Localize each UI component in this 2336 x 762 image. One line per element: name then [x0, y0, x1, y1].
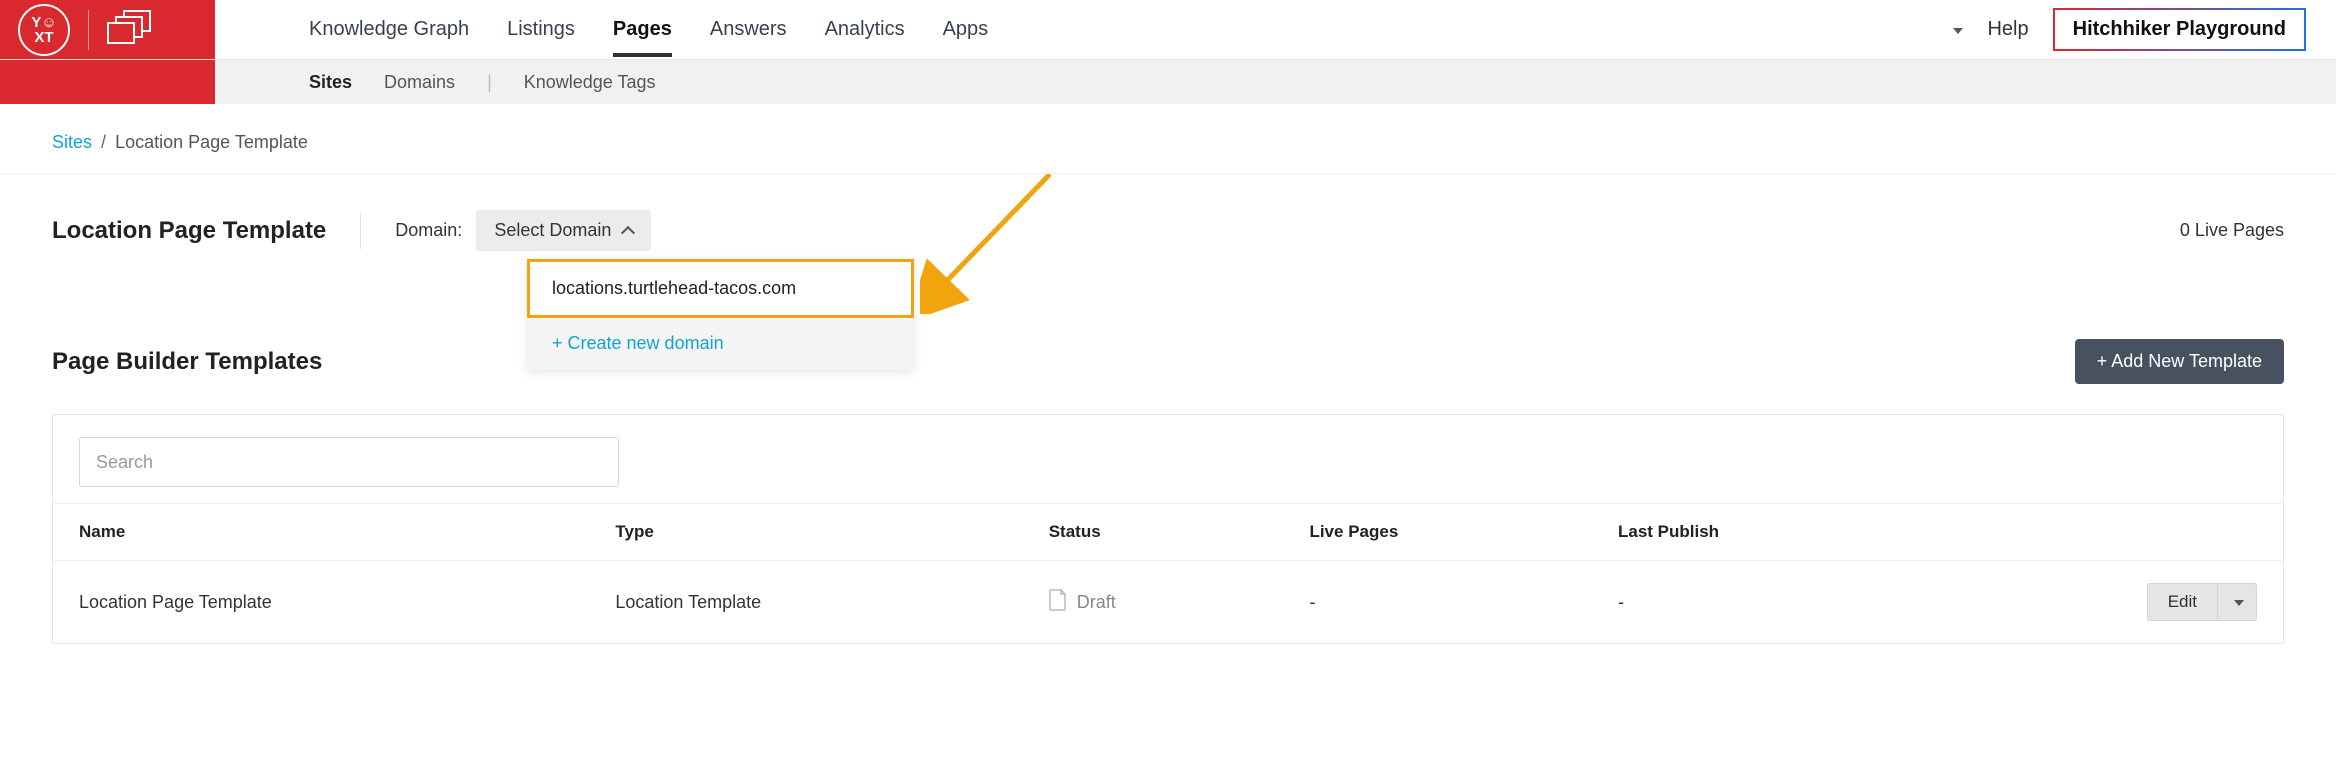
subnav-wrap: Sites Domains | Knowledge Tags — [0, 60, 2336, 104]
subnav-logo-spacer — [0, 60, 215, 104]
chevron-up-icon — [621, 225, 635, 239]
table-header-row: Name Type Status Live Pages Last Publish — [53, 504, 2283, 561]
breadcrumb: Sites / Location Page Template — [0, 104, 2336, 174]
cell-name: Location Page Template — [53, 561, 589, 644]
col-status[interactable]: Status — [1023, 504, 1284, 561]
add-new-template-button[interactable]: + Add New Template — [2075, 339, 2284, 384]
section-row: Page Builder Templates + Add New Templat… — [0, 251, 2336, 384]
domain-option[interactable]: locations.turtlehead-tacos.com — [528, 260, 913, 317]
logo-separator — [88, 10, 89, 50]
nav-listings[interactable]: Listings — [507, 2, 575, 57]
nav-pages[interactable]: Pages — [613, 2, 672, 57]
domain-dropdown: locations.turtlehead-tacos.com + Create … — [528, 260, 913, 370]
search-input[interactable] — [79, 437, 619, 487]
col-type[interactable]: Type — [589, 504, 1022, 561]
subnav-divider: | — [487, 72, 492, 93]
col-last-publish[interactable]: Last Publish — [1592, 504, 1927, 561]
logo-block[interactable]: Y☺XT — [0, 0, 215, 59]
create-new-domain-link[interactable]: + Create new domain — [528, 317, 913, 370]
domain-label: Domain: — [395, 220, 462, 241]
hitchhiker-playground-button[interactable]: Hitchhiker Playground — [2053, 8, 2306, 51]
section-title: Page Builder Templates — [52, 348, 322, 376]
subnav-knowledge-tags[interactable]: Knowledge Tags — [524, 72, 656, 93]
cell-live-pages: - — [1283, 561, 1592, 644]
chevron-down-icon — [1953, 28, 1963, 34]
account-dropdown[interactable] — [1949, 22, 1963, 38]
title-divider — [360, 213, 361, 249]
subnav-sites[interactable]: Sites — [309, 72, 352, 93]
select-domain-button[interactable]: Select Domain — [476, 210, 651, 251]
topbar-right: Help Hitchhiker Playground — [1949, 0, 2336, 59]
sub-nav: Sites Domains | Knowledge Tags — [215, 60, 2336, 104]
cell-type: Location Template — [589, 561, 1022, 644]
templates-table-card: Name Type Status Live Pages Last Publish… — [52, 414, 2284, 644]
draft-icon — [1049, 589, 1067, 616]
col-name[interactable]: Name — [53, 504, 589, 561]
nav-answers[interactable]: Answers — [710, 2, 787, 57]
row-actions-menu-button[interactable] — [2218, 583, 2257, 621]
nav-analytics[interactable]: Analytics — [825, 2, 905, 57]
table-search-row — [53, 415, 2283, 503]
select-domain-label: Select Domain — [494, 220, 611, 241]
cell-status: Draft — [1023, 561, 1284, 644]
brand-logo-icon: Y☺XT — [18, 4, 70, 56]
subnav-domains[interactable]: Domains — [384, 72, 455, 93]
primary-nav: Knowledge Graph Listings Pages Answers A… — [215, 0, 1949, 59]
col-actions — [1927, 504, 2283, 561]
col-live-pages[interactable]: Live Pages — [1283, 504, 1592, 561]
edit-button[interactable]: Edit — [2147, 583, 2218, 621]
topbar: Y☺XT Knowledge Graph Listings Pages Answ… — [0, 0, 2336, 60]
page-title: Location Page Template — [52, 217, 326, 245]
breadcrumb-sites-link[interactable]: Sites — [52, 132, 92, 152]
help-link[interactable]: Help — [1987, 18, 2028, 41]
templates-table: Name Type Status Live Pages Last Publish… — [53, 503, 2283, 643]
cell-last-publish: - — [1592, 561, 1927, 644]
live-pages-count: 0 Live Pages — [2180, 220, 2284, 241]
chevron-down-icon — [2234, 600, 2244, 606]
table-row[interactable]: Location Page Template Location Template… — [53, 561, 2283, 644]
breadcrumb-current: Location Page Template — [115, 132, 308, 152]
nav-apps[interactable]: Apps — [943, 2, 989, 57]
title-row: Location Page Template Domain: Select Do… — [0, 174, 2336, 251]
breadcrumb-separator: / — [101, 132, 106, 152]
cell-actions: Edit — [1927, 561, 2283, 644]
site-switcher-icon[interactable] — [107, 10, 155, 50]
status-text: Draft — [1077, 592, 1116, 613]
nav-knowledge-graph[interactable]: Knowledge Graph — [309, 2, 469, 57]
